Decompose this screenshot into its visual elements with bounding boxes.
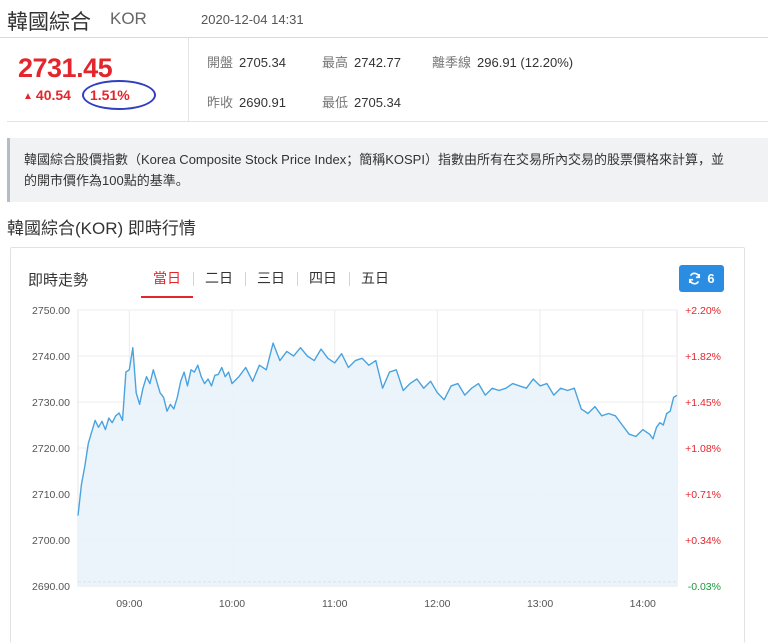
y-right-tick-label: +1.08% — [685, 443, 721, 455]
stat-value: 296.91 (12.20%) — [477, 55, 574, 70]
stat-value: 2705.34 — [239, 55, 287, 70]
stat-prev-close: 昨收 2690.91 — [207, 92, 286, 111]
stat-label: 開盤 — [207, 55, 234, 70]
y-tick-label: 2720.00 — [32, 443, 70, 455]
current-price: 2731.45 — [18, 53, 113, 83]
price-change-value: 40.54 — [35, 87, 71, 103]
y-right-tick-label: +0.71% — [685, 489, 721, 501]
x-tick-label: 12:00 — [424, 598, 450, 610]
quote-timestamp: 2020-12-04 14:31 — [201, 12, 304, 27]
price-area — [78, 343, 677, 586]
y-right-tick-label: +1.82% — [685, 351, 721, 363]
description-line: 韓國綜合股價指數（Korea Composite Stock Price Ind… — [24, 152, 724, 167]
price-change: ▲ 40.54 — [23, 87, 71, 103]
stat-label: 離季線 — [432, 55, 472, 70]
index-symbol: KOR — [110, 9, 147, 28]
stat-high: 最高 2742.77 — [322, 52, 401, 71]
index-description: 韓國綜合股價指數（Korea Composite Stock Price Ind… — [7, 138, 768, 202]
stat-label: 最高 — [322, 55, 349, 70]
stat-open: 開盤 2705.34 — [207, 52, 286, 71]
y-tick-label: 2750.00 — [32, 305, 70, 317]
chart-card: 即時走勢 當日 二日 三日 四日 五日 6 2690.00 -0.03% 2700.… — [10, 247, 745, 643]
y-tick-label: 2740.00 — [32, 351, 70, 363]
page-header: 韓國綜合 KOR 2020-12-04 14:31 — [0, 0, 768, 36]
price-box: 2731.45 ▲ 40.54 1.51% — [7, 38, 189, 122]
percent-annotation-circle — [82, 80, 156, 110]
y-tick-label: 2700.00 — [32, 535, 70, 547]
y-tick-label: 2690.00 — [32, 581, 70, 593]
y-tick-label: 2730.00 — [32, 397, 70, 409]
y-tick-label: 2710.00 — [32, 489, 70, 501]
stat-label: 昨收 — [207, 95, 234, 110]
x-tick-label: 10:00 — [219, 598, 245, 610]
quote-panel: 2731.45 ▲ 40.54 1.51% 開盤 2705.34 最高 2742.77… — [7, 38, 768, 122]
stat-low: 最低 2705.34 — [322, 92, 401, 111]
stat-season-line: 離季線 296.91 (12.20%) — [432, 52, 573, 71]
y-right-tick-label: +1.45% — [685, 397, 721, 409]
stat-value: 2690.91 — [239, 95, 287, 110]
y-right-tick-label: +2.20% — [685, 305, 721, 317]
stat-value: 2742.77 — [354, 55, 402, 70]
intraday-chart: 2690.00 -0.03% 2700.00 +0.34% 2710.00 +0.71% 2… — [32, 305, 721, 610]
stat-value: 2705.34 — [354, 95, 402, 110]
index-title: 韓國綜合 — [7, 11, 91, 34]
x-tick-label: 09:00 — [116, 598, 142, 610]
description-line: 的開市價作為100點的基準。 — [24, 173, 189, 188]
x-tick-label: 11:00 — [322, 598, 348, 610]
y-right-tick-label: +0.34% — [685, 535, 721, 547]
x-tick-label: 13:00 — [527, 598, 553, 610]
stat-label: 最低 — [322, 95, 349, 110]
y-right-tick-label: -0.03% — [688, 581, 721, 593]
section-title: 韓國綜合(KOR) 即時行情 — [7, 219, 196, 238]
up-arrow-icon: ▲ — [23, 91, 33, 102]
x-tick-label: 14:00 — [630, 598, 656, 610]
